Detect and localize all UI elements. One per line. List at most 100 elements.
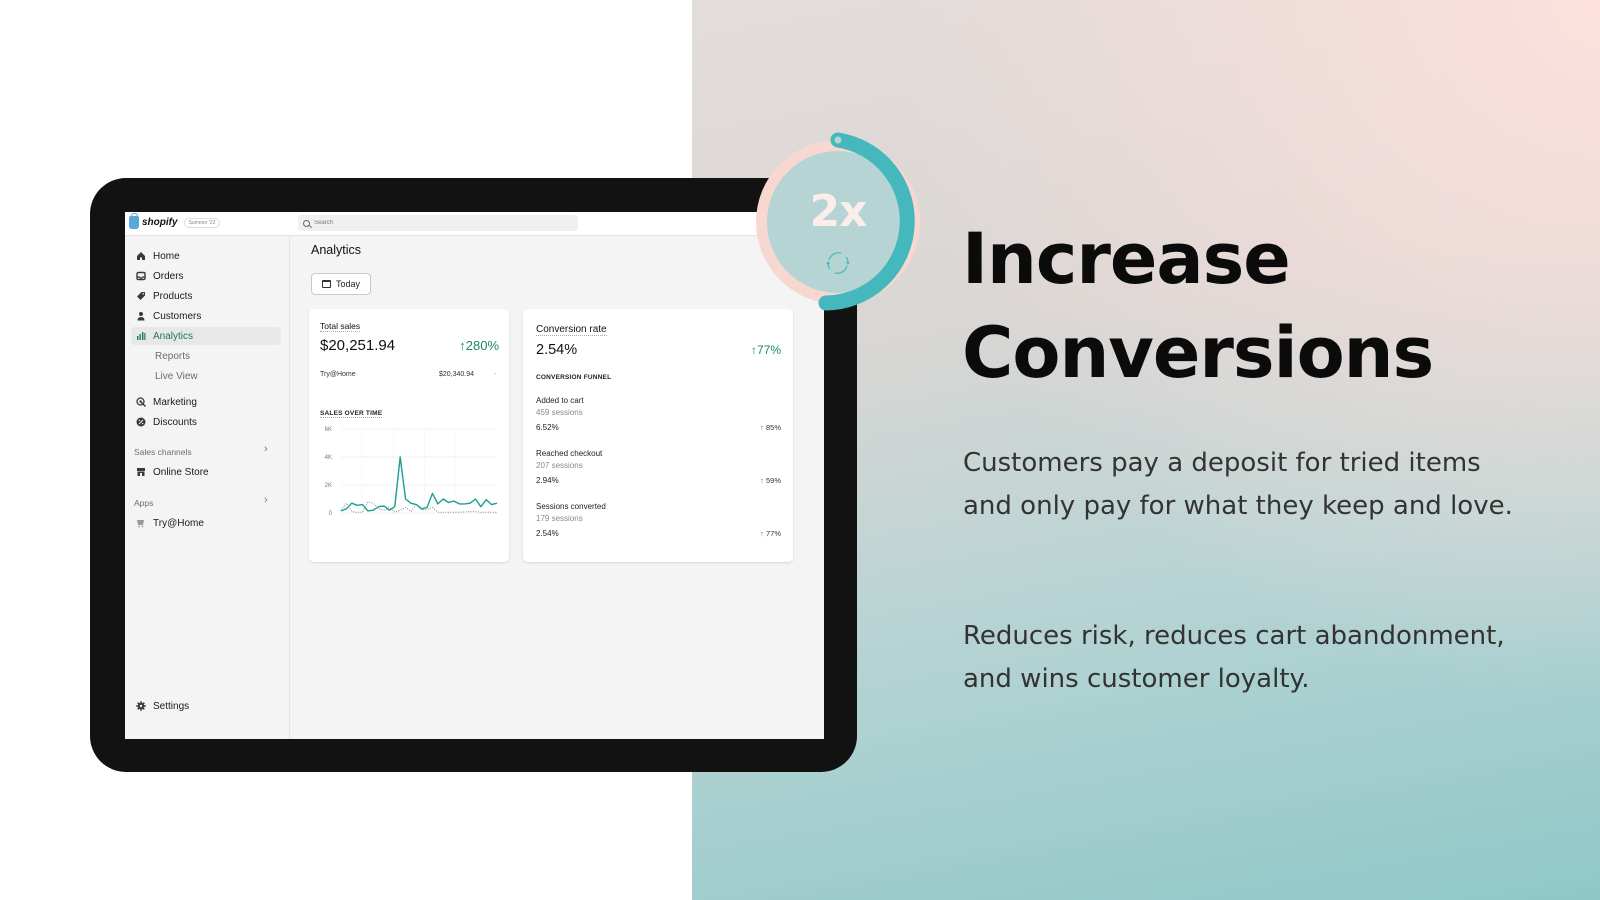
sidebar-item-label: Products — [153, 290, 193, 302]
sales-channels-label: Sales channels — [134, 447, 192, 457]
funnel-step-delta: ↑ 59% — [760, 476, 781, 485]
chevron-right-icon[interactable]: › — [264, 443, 268, 455]
shopify-bag-icon — [129, 213, 139, 229]
delta-value: 280% — [465, 338, 499, 353]
app-icon — [137, 520, 144, 528]
sidebar-item-label: Try@Home — [153, 517, 204, 529]
funnel-step-rate: 6.52% — [536, 423, 559, 432]
conversion-rate-delta: ↑77% — [751, 343, 781, 357]
target-icon — [136, 397, 146, 407]
sidebar-item-label: Home — [153, 250, 180, 262]
chevron-right-icon[interactable]: › — [264, 494, 268, 506]
total-sales-value: $20,251.94 — [320, 337, 396, 354]
breakdown-name: Try@Home — [320, 371, 356, 378]
arrow-up-icon: ↑ — [760, 476, 764, 485]
conversion-rate-card: Conversion rate 2.54% ↑77% CONVERSION FU… — [523, 309, 793, 562]
home-icon — [137, 252, 145, 260]
funnel-step-delta: ↑ 85% — [760, 423, 781, 432]
total-sales-delta: ↑280% — [459, 338, 499, 353]
delta-value: 77% — [756, 343, 781, 357]
description-paragraph-1: Customers pay a deposit for tried items … — [963, 448, 1513, 521]
sidebar-item-label: Customers — [153, 310, 202, 322]
delta-value: 85% — [765, 423, 781, 432]
date-range-button[interactable]: Today — [311, 273, 371, 295]
headline-line-1: Increase — [962, 218, 1291, 300]
sidebar-item-analytics[interactable]: Analytics — [131, 327, 281, 345]
calendar-icon — [321, 280, 331, 288]
apps-label: Apps — [134, 498, 154, 508]
description-paragraph-2: Reduces risk, reduces cart abandonment, … — [963, 621, 1505, 694]
headline-line-2: Conversions — [962, 312, 1434, 394]
funnel-step-name: Sessions converted — [536, 502, 606, 511]
multiplier-text: 2x — [809, 186, 868, 237]
headline: Increase Conversions — [962, 212, 1434, 400]
series-line-current — [340, 456, 498, 512]
sidebar-item-reports[interactable]: Reports — [131, 347, 281, 365]
y-tick-label: 6K — [325, 427, 332, 433]
funnel-step-name: Reached checkout — [536, 449, 603, 458]
search-input[interactable] — [314, 220, 514, 226]
sidebar-item-label: Marketing — [153, 396, 197, 408]
funnel-step-sessions: 207 sessions — [536, 461, 583, 470]
sidebar-item-label: Live View — [155, 370, 198, 382]
funnel-title: CONVERSION FUNNEL — [536, 374, 612, 381]
breakdown-delta: - — [494, 371, 497, 378]
sidebar-item-settings[interactable]: Settings — [131, 697, 281, 715]
ring-start-dot — [834, 136, 842, 144]
funnel-step-delta: ↑ 77% — [760, 529, 781, 538]
delta-value: 77% — [765, 529, 781, 538]
shopify-admin-screen: shopify Summer '22 Home Orders Products … — [125, 212, 824, 739]
sidebar-item-customers[interactable]: Customers — [131, 307, 281, 325]
y-tick-label: 2K — [325, 483, 332, 489]
sales-over-time-chart: 0 2K 4K 6K — [325, 427, 498, 517]
sidebar-item-label: Reports — [155, 350, 191, 362]
date-range-label: Today — [335, 279, 361, 289]
funnel-step-sessions: 459 sessions — [536, 408, 583, 417]
sidebar-item-live-view[interactable]: Live View — [131, 367, 281, 385]
sidebar-item-marketing[interactable]: Marketing — [131, 393, 281, 411]
sidebar-item-label: Analytics — [153, 330, 194, 342]
funnel-step-name: Added to cart — [536, 396, 584, 405]
sidebar-item-label: Orders — [153, 270, 184, 282]
page-title: Analytics — [311, 243, 362, 257]
sidebar-item-label: Online Store — [153, 466, 209, 478]
search-icon — [303, 219, 310, 227]
total-sales-card: Total sales $20,251.94 ↑280% Try@Home $2… — [309, 309, 509, 562]
y-tick-label: 4K — [325, 455, 332, 461]
sidebar-item-discounts[interactable]: Discounts — [131, 413, 281, 431]
search-bar[interactable] — [298, 215, 578, 231]
shopify-logo[interactable]: shopify Summer '22 — [129, 213, 221, 229]
top-bar: shopify Summer '22 — [125, 212, 824, 236]
sidebar-item-home[interactable]: Home — [131, 247, 281, 265]
brand-name: shopify — [142, 217, 178, 228]
funnel-step-rate: 2.94% — [536, 476, 559, 485]
funnel-step-rate: 2.54% — [536, 529, 559, 538]
gear-icon — [136, 701, 146, 711]
store-icon — [137, 468, 145, 476]
sidebar-item-products[interactable]: Products — [131, 287, 281, 305]
breakdown-value: $20,340.94 — [439, 371, 475, 378]
sidebar-item-online-store[interactable]: Online Store — [131, 463, 281, 481]
chart-title: SALES OVER TIME — [320, 410, 383, 418]
bar-chart-icon — [137, 332, 146, 340]
total-sales-label[interactable]: Total sales — [320, 321, 361, 332]
sidebar-item-label: Discounts — [153, 416, 197, 428]
conversion-rate-label[interactable]: Conversion rate — [536, 324, 607, 336]
arrow-up-icon: ↑ — [760, 423, 764, 432]
funnel-step-sessions: 179 sessions — [536, 514, 583, 523]
main-content: Analytics Today Total sales $20,251.94 ↑… — [291, 237, 824, 739]
sidebar: Home Orders Products Customers Analytics… — [125, 237, 290, 739]
edition-badge: Summer '22 — [183, 217, 221, 228]
tag-icon — [137, 292, 145, 300]
sidebar-item-orders[interactable]: Orders — [131, 267, 281, 285]
y-tick-label: 0 — [329, 511, 333, 517]
delta-value: 59% — [765, 476, 781, 485]
percent-badge-icon — [136, 417, 146, 427]
conversion-multiplier-badge: 2x — [746, 130, 930, 314]
inbox-icon — [136, 271, 146, 281]
sidebar-item-label: Settings — [153, 700, 190, 712]
arrow-up-icon: ↑ — [760, 529, 764, 538]
conversion-rate-value: 2.54% — [536, 342, 578, 358]
person-icon — [137, 312, 145, 321]
sidebar-item-try-at-home[interactable]: Try@Home — [131, 514, 281, 532]
